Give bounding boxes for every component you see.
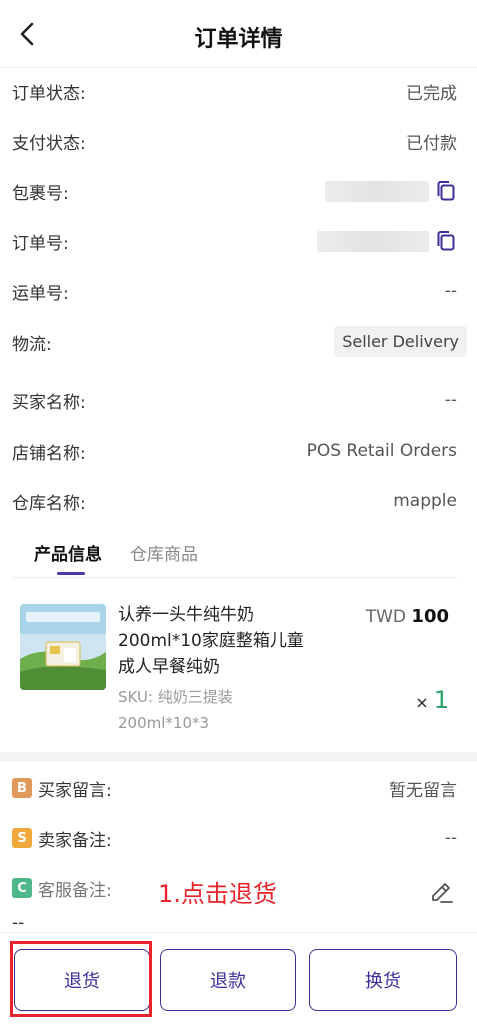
store-name-row: 店铺名称: POS Retail Orders: [12, 436, 457, 466]
logistics-tag: Seller Delivery: [334, 326, 467, 357]
product-sku-line1: SKU: 纯奶三提装: [118, 688, 233, 706]
tracking-number-row: 运单号: --: [12, 276, 457, 306]
warehouse-name-row: 仓库名称: mapple: [12, 486, 457, 516]
payment-status-row: 支付状态: 已付款: [12, 126, 457, 156]
service-badge-icon: C: [12, 878, 32, 898]
product-image: [20, 604, 106, 690]
click-return-annotation: 1.点击退货: [158, 880, 277, 908]
package-number-row: 包裹号:: [12, 176, 457, 206]
exchange-button[interactable]: 换货: [309, 949, 457, 1011]
package-number-label: 包裹号:: [12, 183, 69, 204]
buyer-badge-icon: B: [12, 778, 32, 798]
seller-note-row: S 卖家备注: --: [12, 823, 457, 853]
order-number-label: 订单号:: [12, 233, 69, 254]
tab-warehouse-goods[interactable]: 仓库商品: [130, 540, 198, 565]
order-status-value: 已完成: [406, 83, 457, 104]
service-note-value: --: [12, 913, 25, 933]
product-sku-line2: 200ml*10*3: [118, 714, 210, 732]
warehouse-name-label: 仓库名称:: [12, 493, 86, 514]
order-number-masked: [317, 230, 429, 252]
buyer-name-row: 买家名称: --: [12, 385, 457, 415]
price-currency: TWD: [365, 607, 407, 627]
product-name-line1: 认养一头牛纯牛奶: [118, 605, 254, 625]
header: 订单详情: [0, 0, 477, 68]
product-name: 认养一头牛纯牛奶 200ml*10家庭整箱儿童 成人早餐纯奶: [118, 602, 338, 680]
section-divider: [0, 752, 477, 762]
copy-icon[interactable]: [435, 230, 457, 252]
product-price: TWD 100: [366, 606, 449, 627]
product-sku: SKU: 纯奶三提装 200ml*10*3: [118, 684, 318, 736]
quantity-value: 1: [433, 686, 449, 714]
buyer-message-value: 暂无留言: [389, 780, 457, 801]
store-name-value: POS Retail Orders: [306, 441, 457, 461]
seller-badge-icon: S: [12, 828, 32, 848]
order-number-row: 订单号:: [12, 226, 457, 256]
return-button-highlight: [10, 941, 152, 1017]
refund-button[interactable]: 退款: [160, 949, 296, 1011]
active-tab-indicator: [57, 572, 85, 575]
buyer-name-value: --: [444, 390, 457, 410]
warehouse-name-value: mapple: [393, 491, 457, 511]
page-title: 订单详情: [194, 27, 283, 52]
payment-status-label: 支付状态:: [12, 133, 86, 154]
order-status-label: 订单状态:: [12, 83, 86, 104]
product-tabs: 产品信息 仓库商品: [12, 530, 457, 578]
edit-pencil-icon[interactable]: [429, 880, 455, 906]
tracking-number-value: --: [444, 281, 457, 301]
product-name-line2: 200ml*10家庭整箱儿童: [118, 631, 304, 651]
logistics-label: 物流:: [12, 335, 52, 355]
service-note-label: 客服备注:: [38, 880, 112, 901]
payment-status-value: 已付款: [406, 133, 457, 154]
product-quantity: × 1: [415, 686, 449, 714]
buyer-message-label: 买家留言:: [38, 780, 112, 801]
quantity-prefix: ×: [415, 693, 429, 712]
logistics-row: 物流: Seller Delivery: [12, 326, 467, 366]
seller-note-label: 卖家备注:: [38, 830, 112, 851]
price-value: 100: [411, 606, 449, 627]
buyer-name-label: 买家名称:: [12, 392, 86, 413]
buyer-message-row: B 买家留言: 暂无留言: [12, 773, 457, 803]
tab-product-info[interactable]: 产品信息: [34, 540, 102, 565]
store-name-label: 店铺名称:: [12, 443, 86, 464]
copy-icon[interactable]: [435, 180, 457, 202]
tracking-number-label: 运单号:: [12, 283, 69, 304]
package-number-masked: [325, 180, 429, 202]
seller-note-value: --: [444, 828, 457, 848]
product-item: 认养一头牛纯牛奶 200ml*10家庭整箱儿童 成人早餐纯奶 SKU: 纯奶三提…: [20, 600, 457, 736]
product-name-line3: 成人早餐纯奶: [118, 657, 220, 677]
order-status-row: 订单状态: 已完成: [12, 76, 457, 106]
